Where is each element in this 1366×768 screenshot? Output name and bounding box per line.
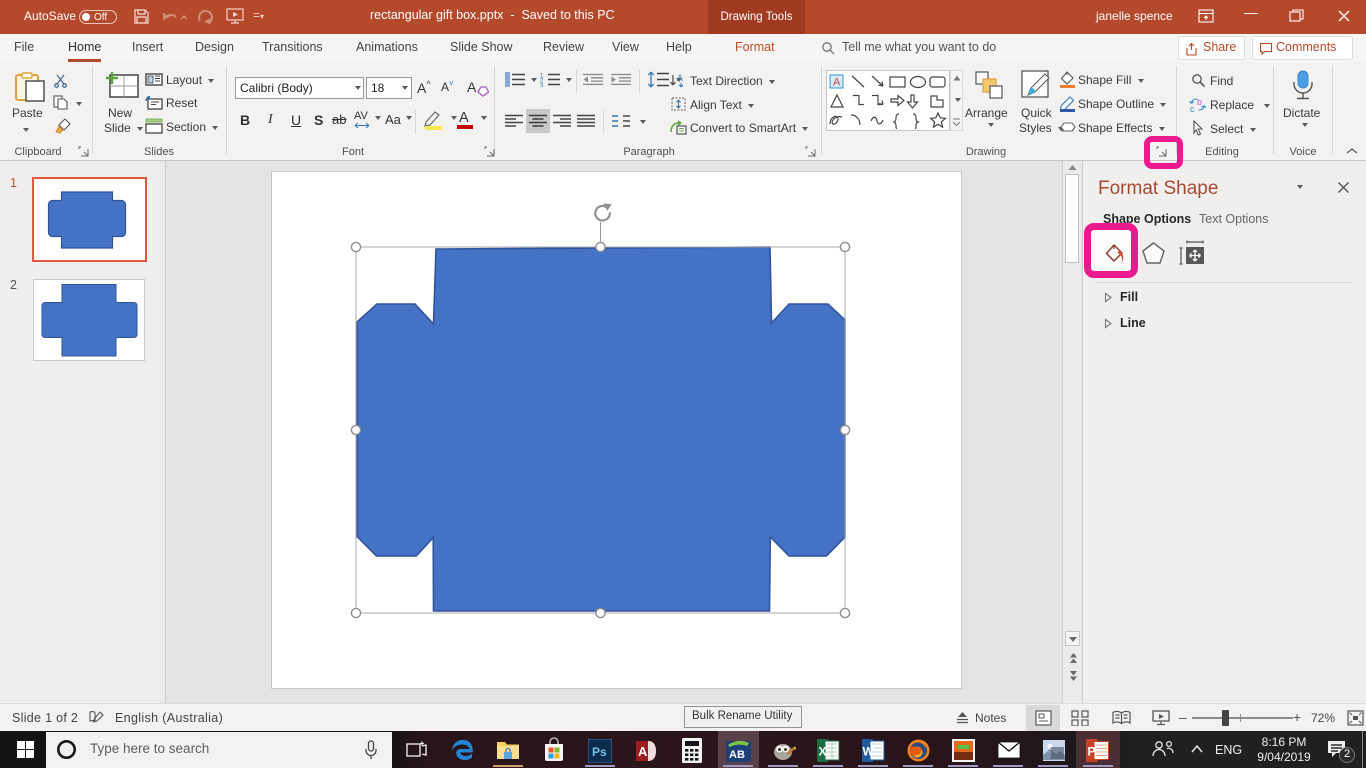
svg-text:X: X	[819, 745, 827, 759]
svg-text:A: A	[833, 77, 841, 89]
svg-text:3: 3	[540, 84, 544, 88]
svg-text:b: b	[1197, 97, 1202, 107]
svg-text:A: A	[638, 744, 648, 759]
svg-text:c: c	[1190, 104, 1195, 113]
svg-text:AB: AB	[729, 749, 745, 761]
svg-text:Ps: Ps	[592, 745, 607, 759]
svg-text:W: W	[863, 745, 875, 759]
svg-text:A: A	[677, 73, 683, 83]
svg-text:P: P	[1088, 745, 1096, 759]
